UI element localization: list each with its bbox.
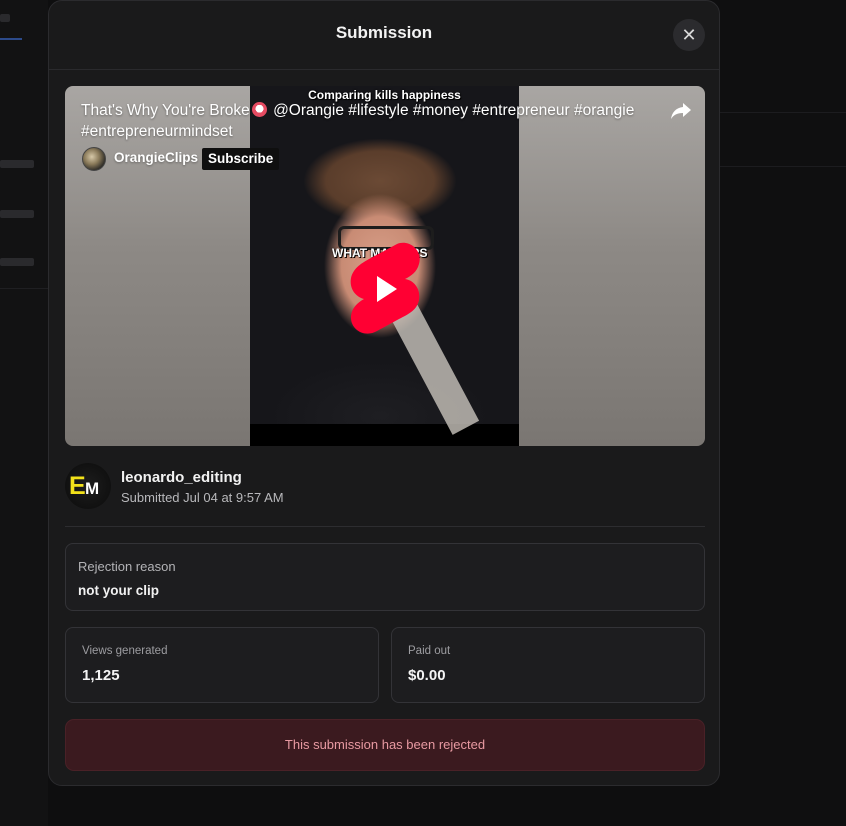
channel-avatar[interactable] [82,147,106,171]
views-card: Views generated 1,125 [65,627,379,703]
youtube-shorts-play-icon[interactable] [347,242,423,336]
rejection-reason-card: Rejection reason not your clip [65,543,705,611]
share-icon[interactable] [669,98,693,122]
avatar: E M [65,463,111,509]
section-divider [65,526,705,527]
background-row-stub [0,210,34,218]
submission-modal: Submission ✕ Comparing kills happiness W… [48,0,720,786]
clown-face-emoji-icon [251,102,267,117]
rejection-reason-label: Rejection reason [78,559,176,574]
views-value: 1,125 [82,667,120,684]
paid-out-card: Paid out $0.00 [391,627,705,703]
submitter-info: E M leonardo_editing Submitted Jul 04 at… [65,463,705,513]
background-sidebar [0,0,48,826]
background-row-stub [0,258,34,266]
close-icon: ✕ [681,25,697,45]
channel-name[interactable]: OrangieClips [114,150,198,165]
background-divider [0,288,48,289]
modal-header: Submission ✕ [49,1,719,70]
video-title-text: That's Why You're Broke [81,102,250,119]
background-divider [720,166,846,167]
avatar-letter-e: E [69,472,86,500]
rejection-reason-value: not your clip [78,583,159,598]
avatar-letter-m: M [85,479,100,498]
background-divider [720,112,846,113]
background-row-stub [0,160,34,168]
video-embed[interactable]: Comparing kills happiness WHAT MATTERS T… [65,86,705,446]
modal-title: Submission [335,23,433,42]
background-right-panel [720,0,846,826]
paid-out-value: $0.00 [408,667,446,684]
close-button[interactable]: ✕ [673,19,705,51]
paid-out-label: Paid out [408,645,451,657]
submitter-username: leonardo_editing [121,469,242,486]
submitted-timestamp: Submitted Jul 04 at 9:57 AM [121,490,284,505]
background-stub [0,14,10,22]
video-title[interactable]: That's Why You're Broke @Orangie #lifest… [81,100,671,142]
views-label: Views generated [82,645,168,657]
status-banner: This submission has been rejected [65,719,705,771]
subscribe-button[interactable]: Subscribe [202,148,280,170]
background-link-underline [0,38,22,40]
